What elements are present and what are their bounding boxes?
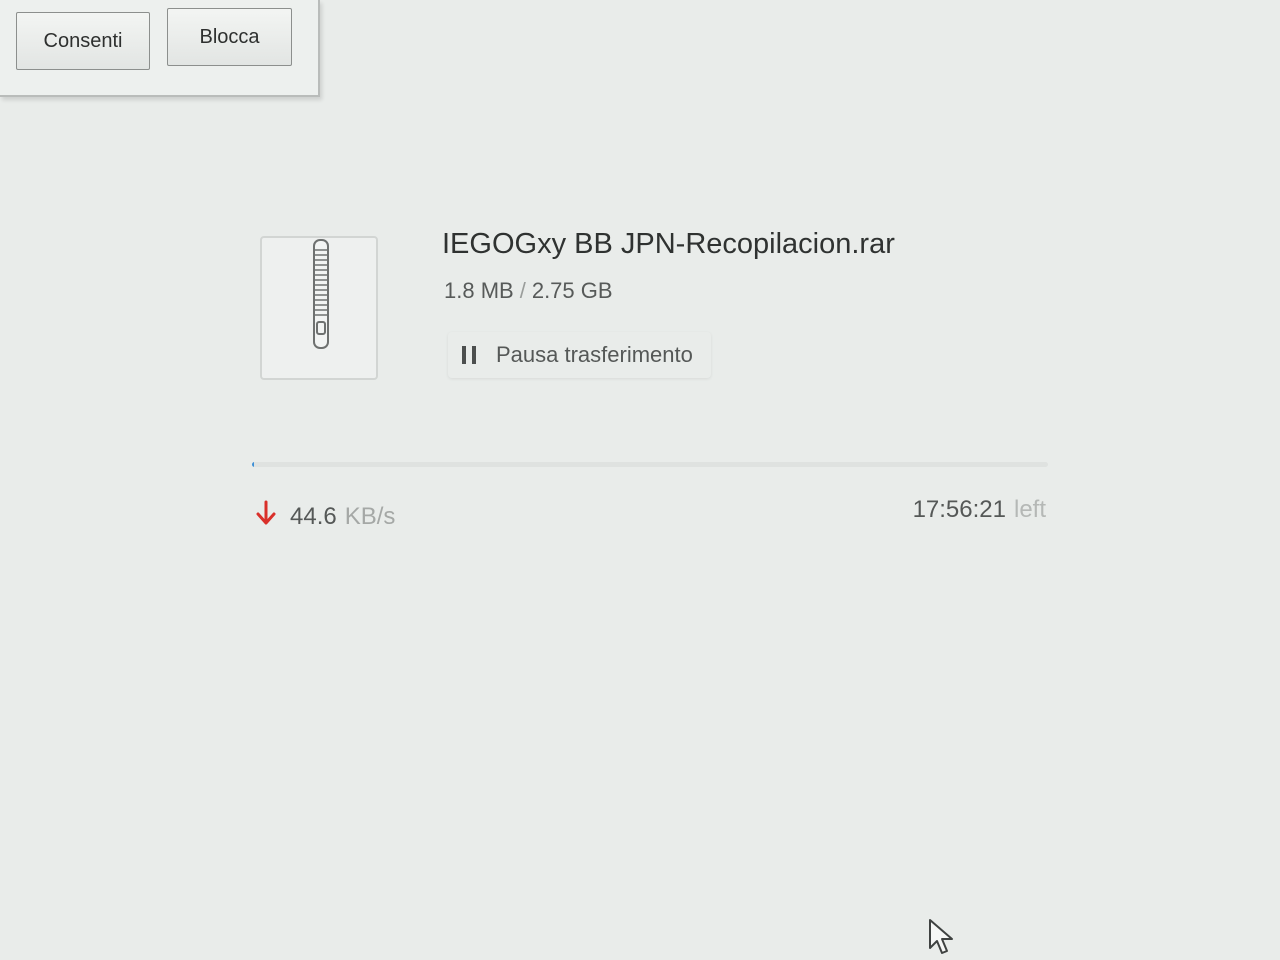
total-size: 2.75 GB	[531, 278, 613, 303]
mouse-pointer-icon	[928, 918, 954, 960]
permission-bar: Consenti Blocca	[0, 0, 320, 97]
speed-unit: KB/s	[344, 502, 396, 530]
allow-button[interactable]: Consenti	[16, 12, 150, 70]
download-speed: 44.6 KB/s	[256, 500, 395, 533]
progress-bar	[252, 462, 1048, 467]
file-name[interactable]: IEGOGxy BB JPN-Recopilacion.rar	[442, 228, 895, 261]
progress-fill	[252, 462, 255, 467]
block-button[interactable]: Blocca	[167, 8, 292, 66]
download-arrow-icon	[256, 500, 276, 533]
pause-transfer-button[interactable]: Pausa trasferimento	[448, 332, 711, 378]
zip-archive-icon[interactable]	[260, 236, 378, 380]
pause-label: Pausa trasferimento	[496, 342, 693, 367]
time-remaining-suffix: left	[1013, 496, 1046, 523]
size-separator: /	[519, 278, 526, 303]
speed-value: 44.6	[290, 502, 337, 530]
pause-icon	[462, 346, 476, 364]
file-size: 1.8 MB/2.75 GB	[444, 278, 613, 304]
time-remaining-value: 17:56:21	[912, 496, 1006, 523]
time-remaining: 17:56:21 left	[913, 496, 1046, 524]
downloaded-size: 1.8 MB	[444, 278, 514, 303]
